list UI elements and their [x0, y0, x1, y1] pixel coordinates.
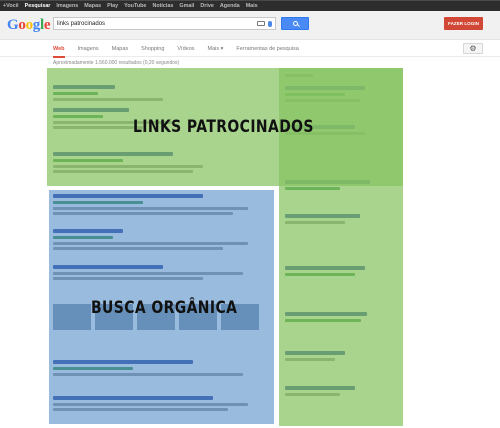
search-input[interactable]: links patrocinados [53, 17, 276, 30]
nav-youtube[interactable]: YouTube [124, 3, 146, 9]
nav-noticias[interactable]: Notícias [152, 3, 173, 9]
search-icon [292, 21, 298, 26]
overlay-divider [276, 186, 279, 428]
organic-search-label: BUSCA ORGÂNICA [91, 298, 238, 318]
nav-play[interactable]: Play [107, 3, 118, 9]
results-stats: Aproximadamente 1.560.000 resultados (0,… [53, 60, 180, 66]
nav-gmail[interactable]: Gmail [179, 3, 194, 9]
tab-shopping[interactable]: Shopping [141, 41, 164, 57]
sponsored-links-label: LINKS PATROCINADOS [133, 117, 314, 137]
search-query-text: links patrocinados [57, 20, 106, 27]
tab-web[interactable]: Web [53, 41, 65, 58]
search-button[interactable] [281, 17, 309, 30]
nav-drive[interactable]: Drive [200, 3, 214, 9]
tab-mais[interactable]: Mais ▾ [208, 41, 224, 57]
search-tabs: Web Imagens Mapas Shopping Vídeos Mais ▾… [0, 41, 500, 58]
tab-ferramentas[interactable]: Ferramentas de pesquisa [236, 41, 298, 57]
tab-mapas[interactable]: Mapas [112, 41, 129, 57]
nav-mais[interactable]: Mais [246, 3, 258, 9]
nav-voce[interactable]: +Você [3, 3, 19, 9]
nav-mapas[interactable]: Mapas [84, 3, 101, 9]
tab-videos[interactable]: Vídeos [177, 41, 194, 57]
search-header: Google links patrocinados FAZER LOGIN [0, 11, 500, 40]
keyboard-icon[interactable] [257, 21, 265, 26]
nav-agenda[interactable]: Agenda [220, 3, 240, 9]
login-button[interactable]: FAZER LOGIN [444, 17, 483, 30]
google-logo[interactable]: Google [7, 17, 51, 34]
nav-imagens[interactable]: Imagens [56, 3, 78, 9]
microphone-icon[interactable] [268, 20, 272, 27]
settings-gear-icon[interactable]: ⚙ [463, 43, 483, 54]
tab-imagens[interactable]: Imagens [78, 41, 99, 57]
nav-pesquisar[interactable]: Pesquisar [25, 3, 51, 9]
google-top-bar: +Você Pesquisar Imagens Mapas Play YouTu… [0, 0, 500, 11]
